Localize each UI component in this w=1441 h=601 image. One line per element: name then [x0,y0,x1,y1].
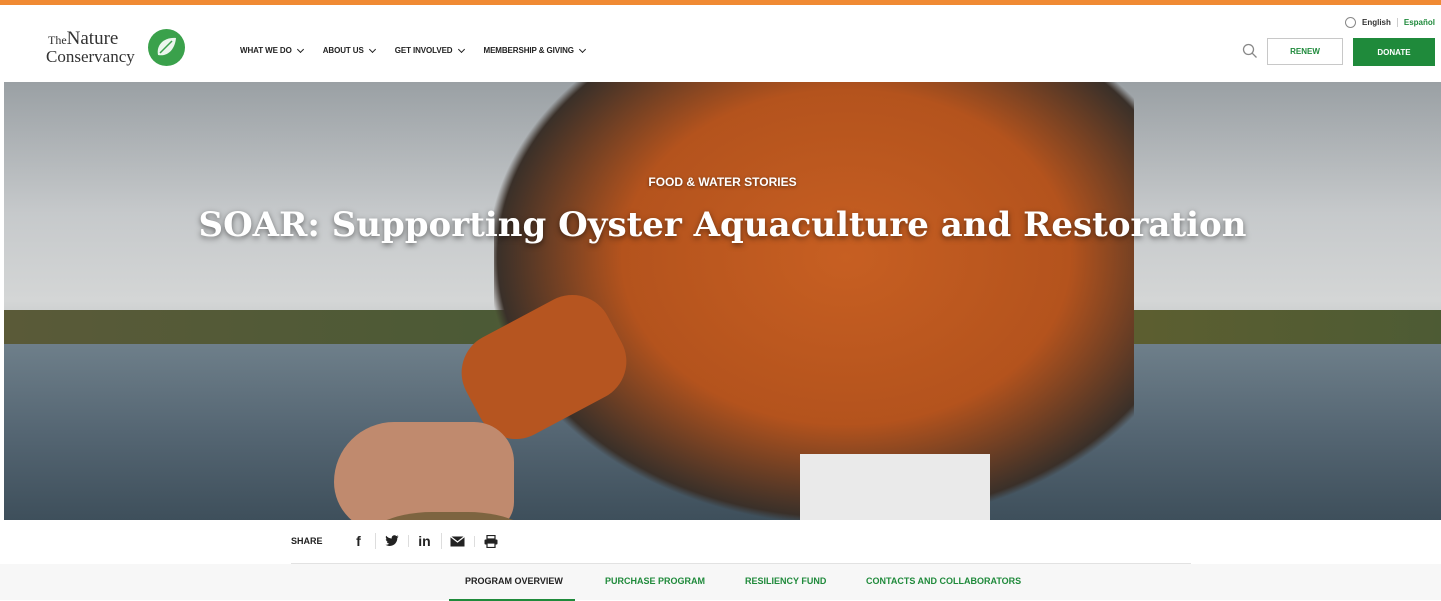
nav-what-we-do[interactable]: WHAT WE DO [240,45,304,55]
chevron-down-icon [578,45,586,53]
chevron-down-icon [368,45,376,53]
donate-button[interactable]: DONATE [1353,38,1435,66]
nav-membership-giving[interactable]: MEMBERSHIP & GIVING [484,45,586,55]
linkedin-icon[interactable]: in [409,533,442,549]
site-logo[interactable]: TheNature Conservancy [46,27,186,73]
share-label: SHARE [291,536,323,546]
main-nav: WHAT WE DO ABOUT US GET INVOLVED MEMBERS… [240,45,586,55]
twitter-icon[interactable] [376,535,409,547]
nav-get-involved[interactable]: GET INVOLVED [395,45,465,55]
tab-program-overview[interactable]: PROGRAM OVERVIEW [449,576,575,601]
top-accent-bar [0,0,1441,5]
email-icon[interactable] [442,535,475,547]
chevron-down-icon [457,45,465,53]
logo-text-line2: Conservancy [46,47,135,66]
leaf-logo-icon [148,29,185,66]
print-icon[interactable] [475,534,507,548]
hero-eyebrow[interactable]: FOOD & WATER STORIES [4,175,1441,189]
language-switcher: English Español [1344,17,1435,28]
lang-english[interactable]: English [1362,18,1391,27]
hero-image: FOOD & WATER STORIES SOAR: Supporting Oy… [4,82,1441,520]
share-bar: SHARE f in [291,533,507,549]
chevron-down-icon [296,45,304,53]
globe-icon [1344,17,1356,28]
program-tabs: PROGRAM OVERVIEW PURCHASE PROGRAM RESILI… [0,564,1441,601]
page-title: SOAR: Supporting Oyster Aquaculture and … [198,205,1247,245]
facebook-icon[interactable]: f [343,533,376,549]
tab-resiliency-fund[interactable]: RESILIENCY FUND [745,576,826,586]
renew-button[interactable]: RENEW [1267,38,1343,65]
tab-contacts-and-collaborators[interactable]: CONTACTS AND COLLABORATORS [866,576,1021,586]
tab-purchase-program[interactable]: PURCHASE PROGRAM [605,576,705,586]
nav-about-us[interactable]: ABOUT US [323,45,376,55]
lang-divider [1396,18,1398,27]
search-icon[interactable] [1242,43,1258,59]
lang-espanol[interactable]: Español [1404,18,1435,27]
